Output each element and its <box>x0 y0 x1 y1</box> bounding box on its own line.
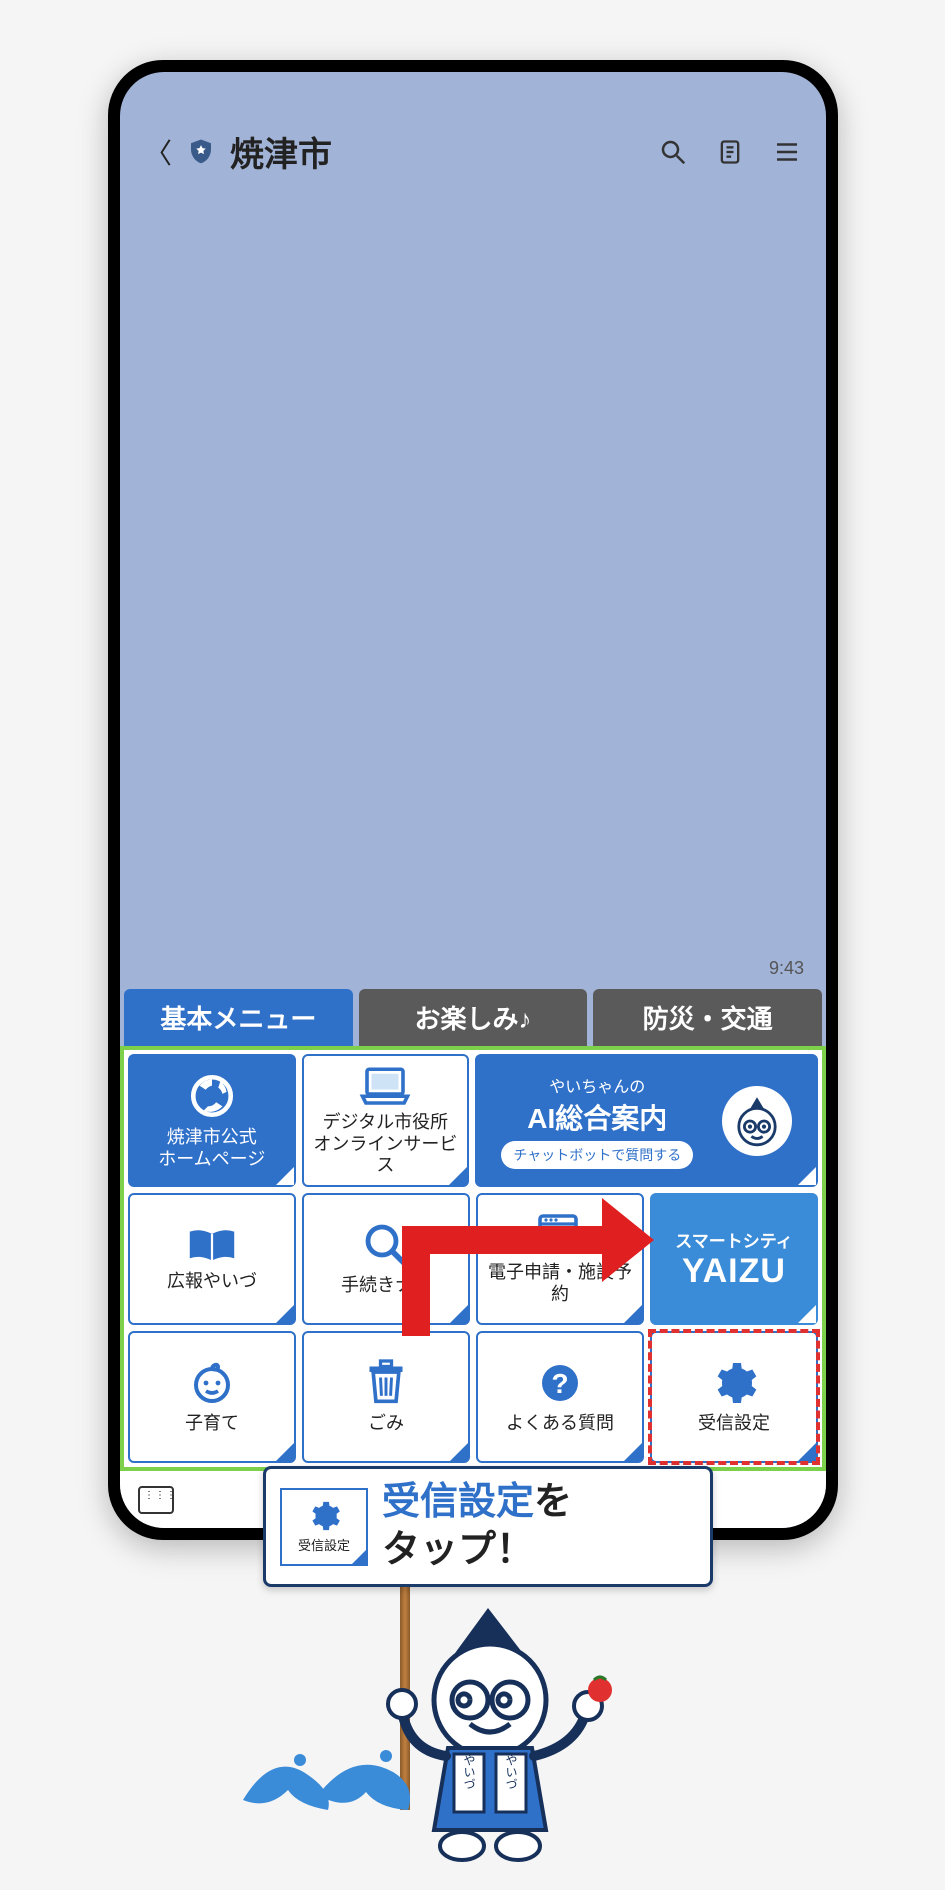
back-icon[interactable]: 〈 <box>144 132 172 172</box>
tile-receive-settings[interactable]: 受信設定 <box>650 1331 818 1463</box>
tile-procedure-navi[interactable]: 手続きナビ <box>302 1193 470 1325</box>
tile-label: 焼津市公式ホームページ <box>158 1127 265 1170</box>
smartcity-top: スマートシティ <box>675 1227 792 1252</box>
verified-shield-icon <box>186 137 216 167</box>
tile-label: 電子申請・施設予約 <box>482 1262 638 1305</box>
search-icon[interactable] <box>658 137 688 167</box>
chat-header: 〈 焼津市 <box>120 117 826 186</box>
tile-smart-city[interactable]: スマートシティ YAIZU <box>650 1193 818 1325</box>
tile-label: ごみ <box>368 1413 404 1435</box>
tile-childcare[interactable]: 子育て <box>128 1331 296 1463</box>
book-icon <box>185 1225 239 1265</box>
browser-cursor-icon <box>535 1212 585 1256</box>
tile-garbage[interactable]: ごみ <box>302 1331 470 1463</box>
chat-body[interactable]: 9:43 <box>120 186 826 989</box>
tile-digital-cityhall[interactable]: デジタル市役所オンラインサービス <box>302 1054 470 1187</box>
question-icon: ? <box>536 1359 584 1407</box>
ai-chip-text: チャットボットで質問する <box>501 1141 693 1169</box>
phone-frame: 〈 焼津市 9:43 基本メニュー お楽しみ♪ 防災・交通 <box>108 60 838 1540</box>
ai-top-text: やいちゃんの <box>549 1073 645 1097</box>
svg-text:?: ? <box>551 1368 568 1399</box>
sign-mini-tile: 受信設定 <box>280 1488 368 1566</box>
mascot-character-icon: やいづ やいづ <box>358 1600 658 1870</box>
tile-label: 手続きナビ <box>341 1275 431 1297</box>
gear-icon <box>307 1499 341 1533</box>
circle-logo-icon <box>187 1071 237 1121</box>
smartcity-big: YAIZU <box>682 1252 786 1291</box>
rich-menu-tabs: 基本メニュー お楽しみ♪ 防災・交通 <box>120 989 826 1046</box>
tile-e-application[interactable]: 電子申請・施設予約 <box>476 1193 644 1325</box>
magnify-icon <box>362 1221 410 1269</box>
ai-mid-text: AI総合案内 <box>527 1097 667 1137</box>
sign-tile-label: 受信設定 <box>298 1535 350 1554</box>
tab-basic-menu[interactable]: 基本メニュー <box>124 989 353 1046</box>
tile-ai-guide[interactable]: やいちゃんの AI総合案内 チャットボットで質問する <box>475 1054 818 1187</box>
tile-faq[interactable]: ? よくある質問 <box>476 1331 644 1463</box>
svg-text:やいづ: やいづ <box>462 1754 476 1790</box>
sign-text: 受信設定を タップ！ <box>382 1479 572 1574</box>
notes-icon[interactable] <box>716 137 744 167</box>
tile-label: 子育て <box>185 1413 239 1435</box>
instruction-signboard: 受信設定 受信設定を タップ！ <box>263 1466 713 1587</box>
trash-icon <box>364 1359 408 1407</box>
keyboard-icon[interactable] <box>138 1486 174 1514</box>
tile-label: 受信設定 <box>698 1413 770 1435</box>
gear-icon <box>710 1359 758 1407</box>
mascot-avatar-icon <box>722 1086 792 1156</box>
tab-disaster-traffic[interactable]: 防災・交通 <box>593 989 822 1046</box>
tile-official-homepage[interactable]: 焼津市公式ホームページ <box>128 1054 296 1187</box>
tile-label: よくある質問 <box>506 1413 614 1435</box>
baby-icon <box>188 1359 236 1407</box>
phone-screen: 〈 焼津市 9:43 基本メニュー お楽しみ♪ 防災・交通 <box>120 72 826 1528</box>
rich-menu-grid: 焼津市公式ホームページ デジタル市役所オンラインサービス やいちゃんの AI総合… <box>120 1046 826 1471</box>
tile-label: デジタル市役所オンラインサービス <box>308 1112 464 1177</box>
status-bar <box>120 72 826 117</box>
tile-public-relations[interactable]: 広報やいづ <box>128 1193 296 1325</box>
message-timestamp: 9:43 <box>769 958 804 979</box>
svg-text:やいづ: やいづ <box>504 1754 518 1790</box>
tile-label: 広報やいづ <box>167 1271 257 1293</box>
laptop-icon <box>358 1064 412 1106</box>
tab-fun[interactable]: お楽しみ♪ <box>359 989 588 1046</box>
hamburger-icon[interactable] <box>772 137 802 167</box>
chat-title: 焼津市 <box>230 127 644 176</box>
